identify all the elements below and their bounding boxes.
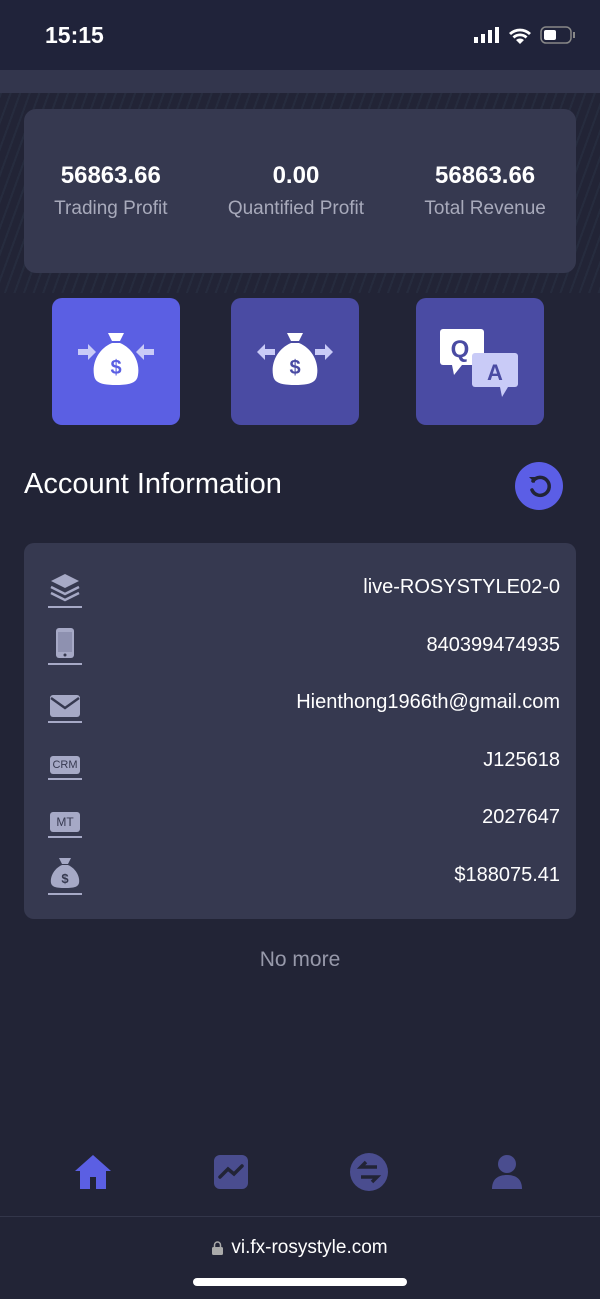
refresh-button[interactable] xyxy=(515,462,563,510)
list-end-text: No more xyxy=(259,948,341,971)
refresh-icon xyxy=(529,475,551,498)
deposit-button[interactable]: $ xyxy=(52,298,180,425)
profile-icon xyxy=(492,1155,522,1189)
withdraw-button[interactable]: $ xyxy=(231,298,359,425)
crm-icon: CRM xyxy=(50,756,80,775)
account-row-mt: MT 2027647 xyxy=(48,789,560,847)
status-time: 15:15 xyxy=(45,22,104,48)
faq-button[interactable]: QA xyxy=(416,298,544,425)
home-indicator[interactable] xyxy=(193,1278,407,1286)
stat-value: 56863.66 xyxy=(435,162,536,189)
tab-chart[interactable] xyxy=(191,1145,271,1199)
account-row-balance: $ $188075.41 xyxy=(48,847,560,905)
stat-label: Total Revenue xyxy=(424,198,546,219)
deposit-icon: $ xyxy=(78,332,154,385)
account-info-card: live-ROSYSTYLE02-0 840399474935 Hienthon… xyxy=(24,543,576,919)
money-bag-icon: $ xyxy=(50,858,80,889)
layers-icon xyxy=(50,573,80,602)
mail-icon xyxy=(50,694,80,717)
account-value: 2027647 xyxy=(482,806,560,829)
account-row-crm: CRM J125618 xyxy=(48,732,560,790)
header-strip xyxy=(0,70,600,93)
account-row-email: Hienthong1966th@gmail.com xyxy=(48,674,560,732)
phone-icon xyxy=(56,628,74,659)
svg-text:A: A xyxy=(487,360,503,385)
svg-text:$: $ xyxy=(61,871,69,886)
chart-icon xyxy=(214,1155,248,1189)
account-value: J125618 xyxy=(483,748,560,771)
withdraw-icon: $ xyxy=(257,332,333,385)
lock-icon xyxy=(212,1241,224,1255)
wifi-icon xyxy=(509,28,531,44)
quantified-profit: 0.00 Quantified Profit xyxy=(228,162,364,220)
stat-value: 56863.66 xyxy=(60,162,161,189)
home-icon xyxy=(75,1155,111,1189)
url-text: vi.fx-rosystyle.com xyxy=(231,1237,388,1258)
qa-icon: QA xyxy=(440,328,518,397)
svg-text:$: $ xyxy=(110,357,121,379)
status-bar: 15:15 xyxy=(0,0,600,70)
exchange-icon xyxy=(350,1153,388,1191)
svg-text:Q: Q xyxy=(451,336,470,363)
bottom-nav xyxy=(0,1145,600,1215)
mt-icon: MT xyxy=(50,811,80,832)
browser-url-bar[interactable]: vi.fx-rosystyle.com xyxy=(0,1216,600,1299)
account-value: Hienthong1966th@gmail.com xyxy=(296,691,560,714)
battery-icon xyxy=(540,26,575,44)
account-row-server: live-ROSYSTYLE02-0 xyxy=(48,559,560,617)
account-row-phone: 840399474935 xyxy=(48,617,560,675)
profit-summary-card: 56863.66 Trading Profit 0.00 Quantified Pr… xyxy=(24,109,576,273)
stat-label: Trading Profit xyxy=(54,198,168,219)
stat-value: 0.00 xyxy=(272,162,320,189)
account-value: $188075.41 xyxy=(454,863,560,886)
account-value: live-ROSYSTYLE02-0 xyxy=(363,576,560,599)
stat-label: Quantified Profit xyxy=(227,198,365,219)
tab-exchange[interactable] xyxy=(329,1145,409,1199)
section-title: Account Information xyxy=(24,468,282,500)
svg-text:$: $ xyxy=(289,357,300,379)
tab-profile[interactable] xyxy=(467,1145,547,1199)
signal-icon xyxy=(474,27,499,43)
total-revenue: 56863.66 Total Revenue xyxy=(424,162,545,220)
account-value: 840399474935 xyxy=(426,633,560,656)
trading-profit: 56863.66 Trading Profit xyxy=(54,162,167,220)
tab-home[interactable] xyxy=(53,1145,133,1199)
